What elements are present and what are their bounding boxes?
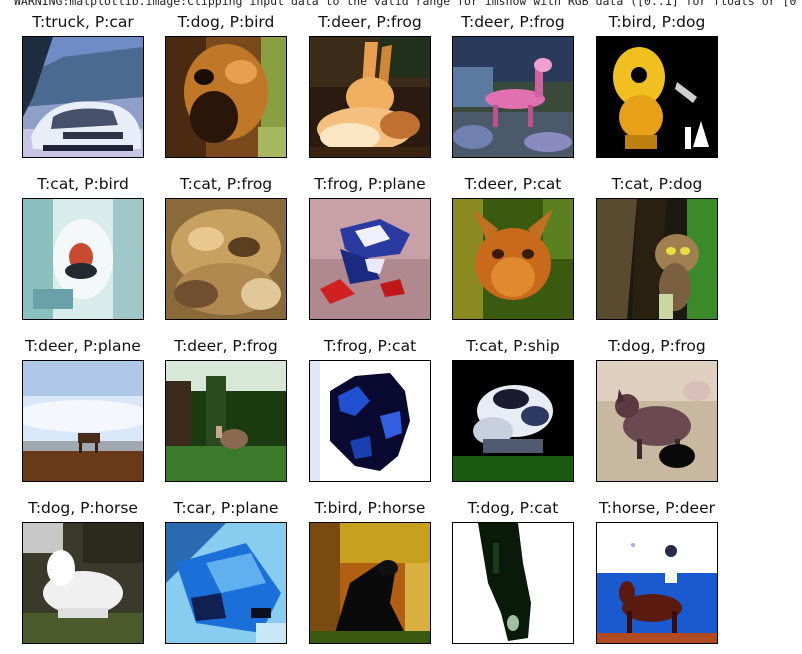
grid-cell-r1c4: T:deer, P:frog [452, 11, 574, 161]
grid-cell-r4c3: T:bird, P:horse [309, 497, 431, 647]
grid-cell-r1c5: T:bird, P:dog [596, 11, 718, 161]
prediction-image-grid: T:truck, P:car T:dog, P:bird T:deer, P:f… [0, 0, 802, 654]
thumbnail-image [309, 198, 431, 320]
cell-title: T:cat, P:frog [179, 175, 273, 193]
grid-cell-r3c1: T:deer, P:plane [22, 335, 144, 485]
thumbnail-image [452, 522, 574, 644]
grid-cell-r4c2: T:car, P:plane [165, 497, 287, 647]
thumbnail-image [596, 36, 718, 158]
grid-cell-r1c2: T:dog, P:bird [165, 11, 287, 161]
grid-cell-r3c2: T:deer, P:frog [165, 335, 287, 485]
cell-title: T:frog, P:plane [314, 175, 426, 193]
grid-cell-r2c1: T:cat, P:bird [22, 173, 144, 323]
thumbnail-image [596, 360, 718, 482]
thumbnail-image [22, 522, 144, 644]
cell-title: T:deer, P:cat [464, 175, 562, 193]
grid-cell-r4c1: T:dog, P:horse [22, 497, 144, 647]
thumbnail-image [596, 522, 718, 644]
thumbnail-image [309, 522, 431, 644]
cell-title: T:bird, P:dog [608, 13, 706, 31]
cell-title: T:dog, P:bird [177, 13, 275, 31]
thumbnail-image [165, 360, 287, 482]
cell-title: T:dog, P:cat [467, 499, 559, 517]
grid-cell-r2c3: T:frog, P:plane [309, 173, 431, 323]
thumbnail-image [22, 198, 144, 320]
grid-cell-r4c5: T:horse, P:deer [596, 497, 718, 647]
grid-cell-r1c1: T:truck, P:car [22, 11, 144, 161]
cell-title: T:bird, P:horse [314, 499, 426, 517]
cell-title: T:cat, P:ship [466, 337, 560, 355]
thumbnail-image [452, 360, 574, 482]
thumbnail-image [452, 198, 574, 320]
cell-title: T:horse, P:deer [599, 499, 715, 517]
cell-title: T:deer, P:frog [318, 13, 422, 31]
thumbnail-image [22, 360, 144, 482]
cell-title: T:frog, P:cat [323, 337, 417, 355]
grid-cell-r3c5: T:dog, P:frog [596, 335, 718, 485]
thumbnail-image [596, 198, 718, 320]
cell-title: T:deer, P:frog [174, 337, 278, 355]
thumbnail-image [309, 36, 431, 158]
thumbnail-image [452, 36, 574, 158]
cell-title: T:deer, P:frog [461, 13, 565, 31]
grid-cell-r1c3: T:deer, P:frog [309, 11, 431, 161]
grid-cell-r2c4: T:deer, P:cat [452, 173, 574, 323]
thumbnail-image [165, 522, 287, 644]
thumbnail-image [22, 36, 144, 158]
cell-title: T:cat, P:dog [611, 175, 703, 193]
grid-cell-r2c5: T:cat, P:dog [596, 173, 718, 323]
cell-title: T:dog, P:horse [28, 499, 138, 517]
thumbnail-image [165, 36, 287, 158]
cell-title: T:deer, P:plane [25, 337, 141, 355]
grid-cell-r3c4: T:cat, P:ship [452, 335, 574, 485]
grid-cell-r3c3: T:frog, P:cat [309, 335, 431, 485]
thumbnail-image [165, 198, 287, 320]
cell-title: T:truck, P:car [32, 13, 134, 31]
cell-title: T:dog, P:frog [608, 337, 706, 355]
grid-cell-r4c4: T:dog, P:cat [452, 497, 574, 647]
thumbnail-image [309, 360, 431, 482]
cell-title: T:car, P:plane [173, 499, 279, 517]
cell-title: T:cat, P:bird [37, 175, 129, 193]
grid-cell-r2c2: T:cat, P:frog [165, 173, 287, 323]
